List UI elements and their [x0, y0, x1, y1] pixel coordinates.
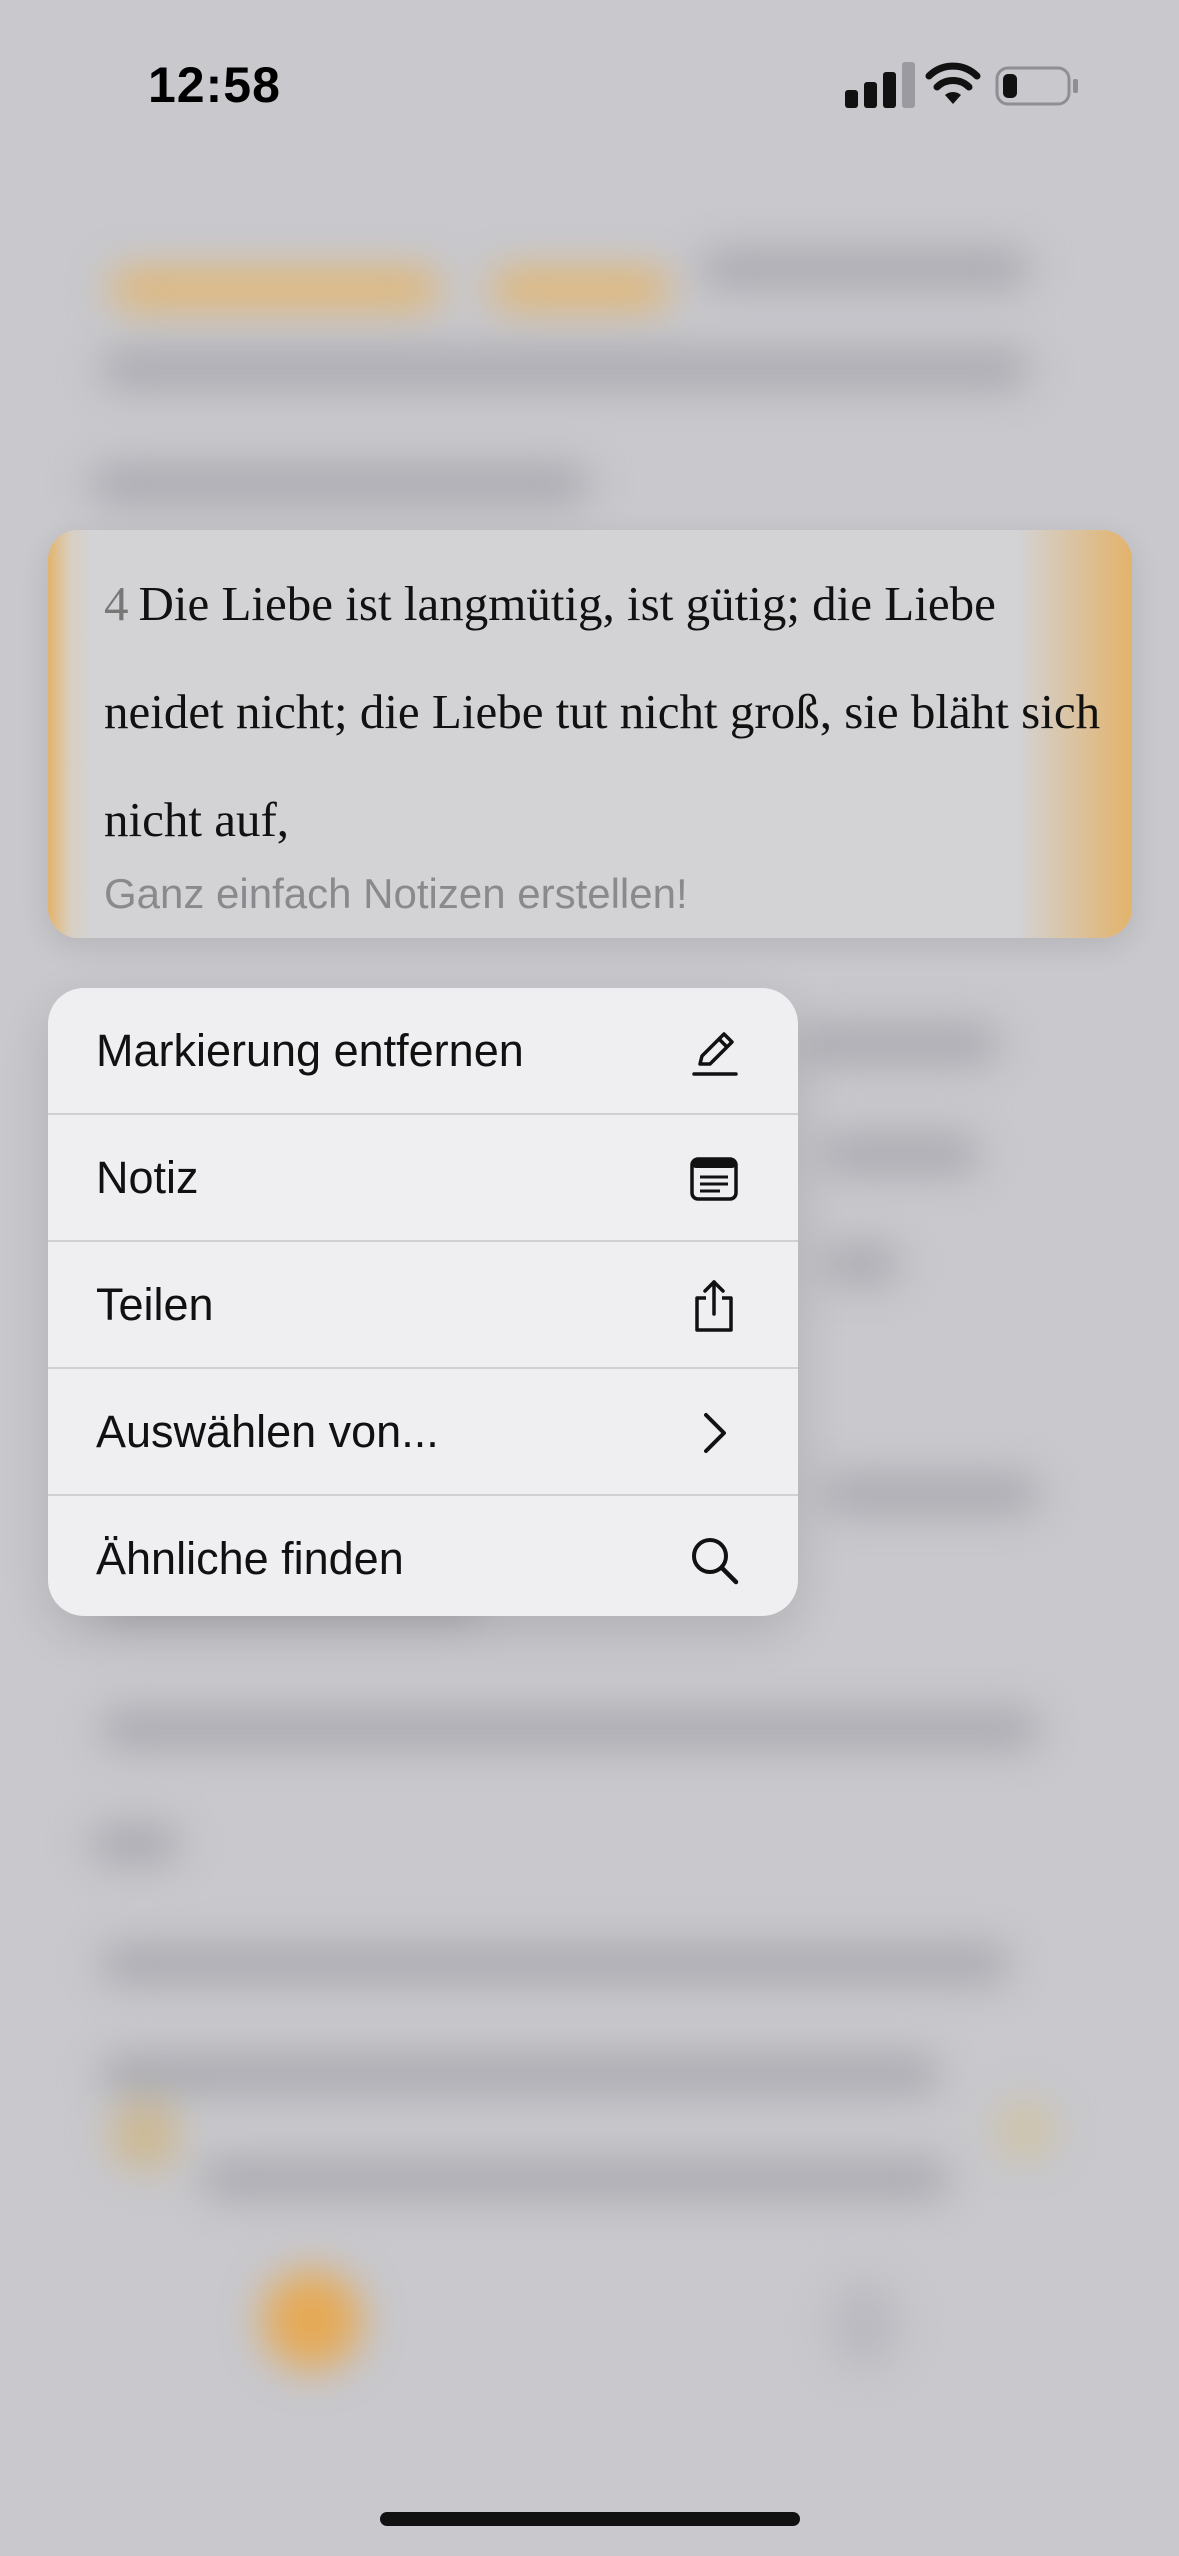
menu-item-label: Notiz: [96, 1151, 199, 1203]
verse-text-block: 4 Die Liebe ist langmütig, ist gütig; die…: [104, 550, 1114, 874]
blurred-text-line: [90, 465, 590, 503]
blurred-text-line: [100, 1710, 1040, 1748]
note-icon: [690, 1157, 738, 1201]
wifi-icon: [925, 62, 981, 104]
blurred-text-line: [90, 1825, 180, 1863]
blurred-text-line: [700, 250, 1030, 288]
status-time: 12:58: [148, 57, 281, 113]
share-icon: [695, 1280, 733, 1332]
verse-number: 4: [104, 576, 129, 631]
blurred-text-line: [100, 2055, 940, 2093]
note-prompt[interactable]: Ganz einfach Notizen erstellen!: [104, 870, 688, 918]
blurred-text-line: [800, 1025, 1000, 1063]
chevron-right-icon: [704, 1413, 726, 1453]
blurred-text-line: [200, 2160, 950, 2198]
blurred-dot: [995, 2100, 1055, 2160]
context-menu: Markierung entfernen Notiz Teilen Auswäh…: [48, 988, 798, 1616]
blurred-dot: [110, 2100, 180, 2170]
blurred-tab-button: [830, 2280, 900, 2370]
menu-item-find-similar[interactable]: Ähnliche finden: [48, 1496, 798, 1616]
menu-item-remove-highlight[interactable]: Markierung entfernen: [48, 988, 798, 1115]
blurred-text-line: [820, 1475, 1040, 1513]
menu-item-share[interactable]: Teilen: [48, 1242, 798, 1369]
blurred-tab-button: [262, 2270, 362, 2370]
blurred-text-line: [100, 350, 1030, 388]
menu-item-label: Auswählen von...: [96, 1405, 439, 1457]
cellular-signal-icon: [845, 62, 915, 108]
blurred-text-line: [100, 1945, 1010, 1983]
blurred-highlight-line: [490, 270, 670, 308]
menu-item-select-from[interactable]: Auswählen von...: [48, 1369, 798, 1496]
blurred-text-line: [820, 1245, 900, 1283]
home-indicator[interactable]: [380, 2512, 800, 2526]
menu-item-label: Ähnliche finden: [96, 1532, 404, 1584]
battery-icon: [995, 66, 1078, 106]
blurred-text-line: [820, 1135, 980, 1173]
status-bar: 12:58: [0, 0, 1179, 170]
blurred-highlight-line: [110, 270, 440, 308]
menu-item-label: Teilen: [96, 1278, 214, 1330]
search-icon: [692, 1538, 739, 1585]
highlighted-verse-card[interactable]: 4 Die Liebe ist langmütig, ist gütig; die…: [48, 530, 1132, 938]
verse-text: Die Liebe ist langmütig, ist gütig; die …: [104, 576, 1101, 847]
menu-item-label: Markierung entfernen: [96, 1024, 524, 1076]
pencil-icon: [692, 1032, 738, 1076]
menu-item-note[interactable]: Notiz: [48, 1115, 798, 1242]
